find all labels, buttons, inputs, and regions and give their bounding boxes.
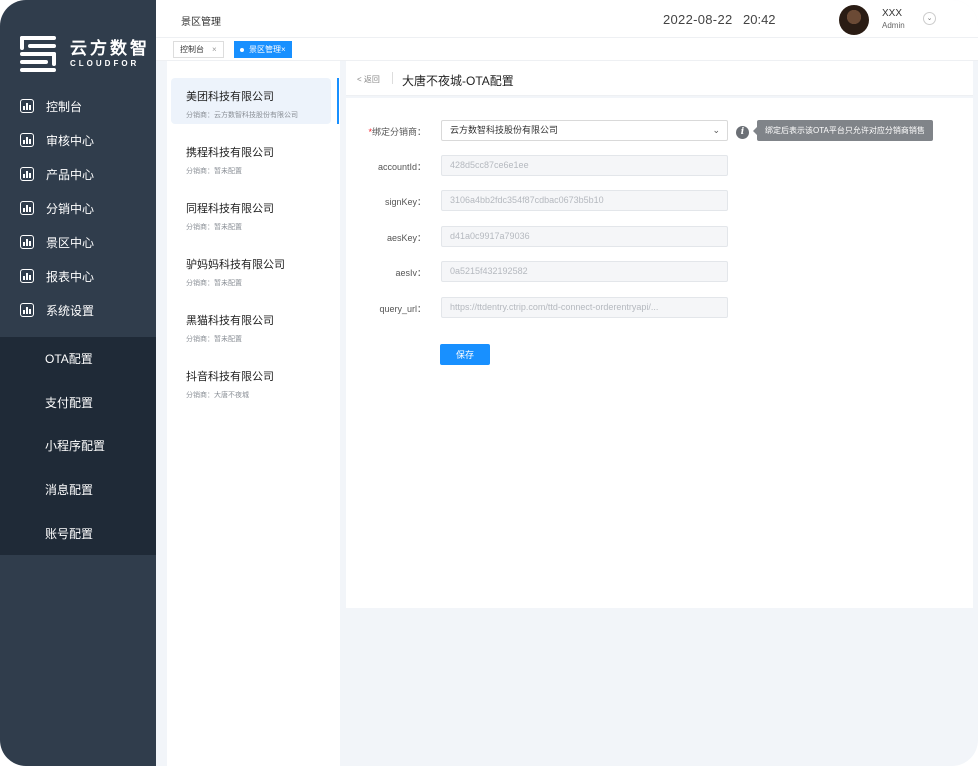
close-icon[interactable]: ×: [212, 45, 217, 54]
tabs-bar: 控制台 × 景区管理 ×: [156, 37, 978, 61]
account-id-label: accountId：: [377, 162, 426, 172]
tab-dashboard[interactable]: 控制台 ×: [173, 41, 224, 58]
company-distributor: 分销商：暂未配置: [186, 168, 242, 175]
menu-item-label: 控制台: [46, 99, 83, 114]
submenu-item-account[interactable]: 账号配置: [0, 511, 156, 555]
page-title: 大唐不夜城-OTA配置: [402, 74, 514, 88]
company-name: 黑猫科技有限公司: [186, 315, 274, 327]
tab-label: 景区管理: [249, 45, 281, 54]
query-url-label: query_url：: [379, 304, 426, 314]
menu-item-dashboard[interactable]: 控制台: [0, 89, 156, 123]
company-list: 美团科技有限公司 分销商：云方数智科技股份有限公司 携程科技有限公司 分销商：暂…: [167, 61, 340, 766]
list-item-company[interactable]: 黑猫科技有限公司 分销商：暂未配置: [171, 302, 331, 348]
company-name: 携程科技有限公司: [186, 147, 274, 159]
submenu-item-ota[interactable]: OTA配置: [0, 337, 156, 381]
chart-icon: [20, 133, 34, 147]
aes-key-field[interactable]: d41a0c9917a79036: [441, 226, 728, 247]
chart-icon: [20, 99, 34, 113]
sign-key-label: signKey：: [384, 197, 426, 207]
main-menu: 控制台 审核中心 产品中心 分销中心 景区中心 报表中心 系统设置: [0, 89, 156, 327]
company-distributor: 分销商：云方数智科技股份有限公司: [186, 112, 298, 119]
chart-icon: [20, 167, 34, 181]
ota-config-form: *绑定分销商： 云方数智科技股份有限公司 ⌄ i 绑定后表示该OTA平台只允许对…: [346, 98, 973, 608]
page-header: < 返回 大唐不夜城-OTA配置: [346, 61, 973, 96]
company-distributor: 分销商：暂未配置: [186, 336, 242, 343]
list-item-company[interactable]: 美团科技有限公司 分销商：云方数智科技股份有限公司: [171, 78, 331, 124]
save-button[interactable]: 保存: [440, 344, 490, 365]
distributor-hint-tooltip: 绑定后表示该OTA平台只允许对应分销商销售: [753, 120, 933, 141]
company-name: 驴妈妈科技有限公司: [186, 259, 285, 271]
chart-icon: [20, 303, 34, 317]
list-item-company[interactable]: 携程科技有限公司 分销商：暂未配置: [171, 134, 331, 180]
list-item-company[interactable]: 抖音科技有限公司 分销商：大唐不夜城: [171, 358, 331, 404]
aes-iv-label: aesIv：: [395, 268, 426, 278]
menu-item-label: 产品中心: [46, 167, 95, 182]
menu-item-label: 景区中心: [46, 235, 95, 250]
logo-mark-icon: [20, 36, 60, 72]
top-header: 景区管理 2022-08-22 20:42 XXX Admin ⌄: [156, 0, 978, 37]
sidebar: 云方数智 CLOUDFOR 控制台 审核中心 产品中心 分销中心 景区中心 报表…: [0, 0, 156, 766]
menu-item-distribution[interactable]: 分销中心: [0, 191, 156, 225]
company-name: 美团科技有限公司: [186, 91, 274, 103]
user-role: Admin: [882, 21, 905, 30]
company-distributor: 分销商：大唐不夜城: [186, 392, 249, 399]
header-date: 2022-08-22: [663, 12, 733, 27]
tab-scenic-management[interactable]: 景区管理 ×: [234, 41, 292, 58]
distributor-label: *绑定分销商：: [368, 127, 426, 137]
submenu-item-payment[interactable]: 支付配置: [0, 381, 156, 425]
sign-key-field[interactable]: 3106a4bb2fdc354f87cdbac0673b5b10: [441, 190, 728, 211]
company-distributor: 分销商：暂未配置: [186, 280, 242, 287]
menu-item-products[interactable]: 产品中心: [0, 157, 156, 191]
settings-submenu: OTA配置 支付配置 小程序配置 消息配置 账号配置: [0, 337, 156, 555]
header-time: 20:42: [743, 12, 776, 27]
back-link[interactable]: < 返回: [357, 74, 380, 85]
chart-icon: [20, 235, 34, 249]
menu-item-settings[interactable]: 系统设置: [0, 293, 156, 327]
account-id-field[interactable]: 428d5cc87ce6e1ee: [441, 155, 728, 176]
company-name: 同程科技有限公司: [186, 203, 274, 215]
info-icon[interactable]: i: [736, 126, 749, 139]
chevron-down-icon[interactable]: ⌄: [923, 12, 936, 25]
menu-item-label: 分销中心: [46, 201, 95, 216]
menu-item-review[interactable]: 审核中心: [0, 123, 156, 157]
avatar[interactable]: [839, 5, 869, 35]
distributor-select-value: 云方数智科技股份有限公司: [450, 125, 559, 135]
aes-iv-field[interactable]: 0a5215f432192582: [441, 261, 728, 282]
user-name: XXX: [882, 8, 903, 19]
logo: 云方数智 CLOUDFOR: [20, 36, 150, 72]
chevron-down-icon: ⌄: [712, 125, 720, 135]
brand-name-en: CLOUDFOR: [70, 59, 140, 68]
menu-item-label: 报表中心: [46, 269, 95, 284]
company-distributor: 分销商：暂未配置: [186, 224, 242, 231]
submenu-item-miniprogram[interactable]: 小程序配置: [0, 424, 156, 468]
menu-item-reports[interactable]: 报表中心: [0, 259, 156, 293]
menu-item-scenic[interactable]: 景区中心: [0, 225, 156, 259]
divider: [392, 72, 393, 84]
menu-item-label: 审核中心: [46, 133, 95, 148]
distributor-select[interactable]: 云方数智科技股份有限公司 ⌄: [441, 120, 728, 141]
submenu-item-message[interactable]: 消息配置: [0, 468, 156, 512]
list-item-company[interactable]: 同程科技有限公司 分销商：暂未配置: [171, 190, 331, 236]
list-item-company[interactable]: 驴妈妈科技有限公司 分销商：暂未配置: [171, 246, 331, 292]
chart-icon: [20, 201, 34, 215]
query-url-field[interactable]: https://ttdentry.ctrip.com/ttd-connect-o…: [441, 297, 728, 318]
menu-item-label: 系统设置: [46, 303, 95, 318]
aes-key-label: aesKey：: [386, 233, 426, 243]
active-indicator: [337, 78, 339, 124]
app-frame: 云方数智 CLOUDFOR 控制台 审核中心 产品中心 分销中心 景区中心 报表…: [0, 0, 978, 766]
tab-label: 控制台: [180, 45, 204, 54]
chart-icon: [20, 269, 34, 283]
brand-name-cn: 云方数智: [70, 39, 150, 58]
active-dot-icon: [240, 47, 244, 52]
close-icon[interactable]: ×: [281, 45, 286, 54]
header-title: 景区管理: [181, 17, 221, 28]
company-name: 抖音科技有限公司: [186, 371, 274, 383]
